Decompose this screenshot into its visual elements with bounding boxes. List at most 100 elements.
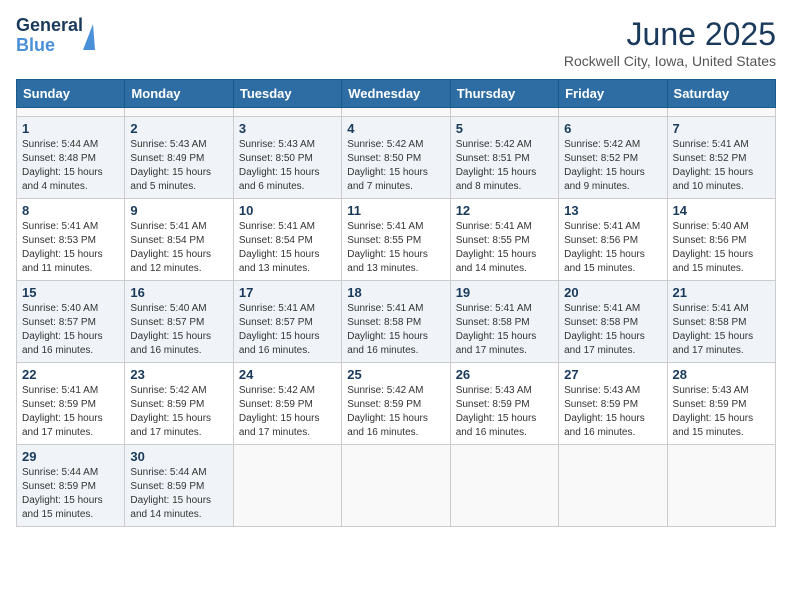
calendar-week-row: 8Sunrise: 5:41 AMSunset: 8:53 PMDaylight… <box>17 199 776 281</box>
day-number: 28 <box>673 367 770 382</box>
calendar-day-cell: 15 Sunrise: 5:40 AMSunset: 8:57 PMDayligh… <box>17 281 125 363</box>
day-number: 10 <box>239 203 336 218</box>
calendar-day-cell: 13 Sunrise: 5:41 AMSunset: 8:56 PMDayligh… <box>559 199 667 281</box>
calendar-week-row: 1 Sunrise: 5:44 AMSunset: 8:48 PMDaylight… <box>17 117 776 199</box>
calendar-week-row <box>17 108 776 117</box>
day-info: Sunrise: 5:40 AMSunset: 8:57 PMDaylight:… <box>130 302 227 358</box>
day-number: 3 <box>239 121 336 136</box>
day-info: Sunrise: 5:41 AMSunset: 8:58 PMDaylight:… <box>347 302 444 358</box>
day-number: 8 <box>22 203 119 218</box>
calendar-day-cell: 17 Sunrise: 5:41 AMSunset: 8:57 PMDayligh… <box>233 281 341 363</box>
day-info: Sunrise: 5:41 AMSunset: 8:58 PMDaylight:… <box>673 302 770 358</box>
calendar-day-cell <box>667 108 775 117</box>
calendar-day-cell: 2Sunrise: 5:43 AMSunset: 8:49 PMDaylight… <box>125 117 233 199</box>
calendar-day-cell: 5Sunrise: 5:42 AMSunset: 8:51 PMDaylight… <box>450 117 558 199</box>
calendar-day-cell: 24Sunrise: 5:42 AMSunset: 8:59 PMDayligh… <box>233 363 341 445</box>
calendar-day-cell: 16 Sunrise: 5:40 AMSunset: 8:57 PMDayligh… <box>125 281 233 363</box>
day-number: 18 <box>347 285 444 300</box>
day-info: Sunrise: 5:43 AMSunset: 8:59 PMDaylight:… <box>456 384 553 440</box>
calendar-day-cell: 19 Sunrise: 5:41 AMSunset: 8:58 PMDayligh… <box>450 281 558 363</box>
calendar-title: June 2025 <box>564 16 776 53</box>
calendar-day-cell: 1 Sunrise: 5:44 AMSunset: 8:48 PMDaylight… <box>17 117 125 199</box>
day-info: Sunrise: 5:42 AMSunset: 8:59 PMDaylight:… <box>239 384 336 440</box>
title-block: June 2025 Rockwell City, Iowa, United St… <box>564 16 776 69</box>
calendar-table: SundayMondayTuesdayWednesdayThursdayFrid… <box>16 79 776 527</box>
day-info: Sunrise: 5:40 AMSunset: 8:57 PMDaylight:… <box>22 302 119 358</box>
calendar-day-cell <box>342 108 450 117</box>
calendar-day-cell: 30 Sunrise: 5:44 AMSunset: 8:59 PMDayligh… <box>125 445 233 527</box>
day-info: Sunrise: 5:41 AMSunset: 8:59 PMDaylight:… <box>22 384 119 440</box>
day-number: 26 <box>456 367 553 382</box>
calendar-day-cell: 25 Sunrise: 5:42 AMSunset: 8:59 PMDayligh… <box>342 363 450 445</box>
day-number: 12 <box>456 203 553 218</box>
day-info: Sunrise: 5:41 AMSunset: 8:55 PMDaylight:… <box>456 220 553 276</box>
logo-general: General <box>16 16 83 36</box>
day-number: 16 <box>130 285 227 300</box>
day-of-week-header: Friday <box>559 80 667 108</box>
day-of-week-header: Wednesday <box>342 80 450 108</box>
calendar-week-row: 22Sunrise: 5:41 AMSunset: 8:59 PMDayligh… <box>17 363 776 445</box>
calendar-day-cell <box>450 108 558 117</box>
day-info: Sunrise: 5:41 AMSunset: 8:54 PMDaylight:… <box>130 220 227 276</box>
calendar-day-cell <box>559 445 667 527</box>
calendar-day-cell: 10 Sunrise: 5:41 AMSunset: 8:54 PMDayligh… <box>233 199 341 281</box>
day-info: Sunrise: 5:40 AMSunset: 8:56 PMDaylight:… <box>673 220 770 276</box>
day-number: 6 <box>564 121 661 136</box>
calendar-day-cell: 21 Sunrise: 5:41 AMSunset: 8:58 PMDayligh… <box>667 281 775 363</box>
calendar-day-cell: 6 Sunrise: 5:42 AMSunset: 8:52 PMDaylight… <box>559 117 667 199</box>
calendar-day-cell: 20 Sunrise: 5:41 AMSunset: 8:58 PMDayligh… <box>559 281 667 363</box>
day-info: Sunrise: 5:41 AMSunset: 8:57 PMDaylight:… <box>239 302 336 358</box>
calendar-day-cell: 29 Sunrise: 5:44 AMSunset: 8:59 PMDayligh… <box>17 445 125 527</box>
day-info: Sunrise: 5:42 AMSunset: 8:59 PMDaylight:… <box>347 384 444 440</box>
calendar-day-cell <box>233 108 341 117</box>
day-info: Sunrise: 5:43 AMSunset: 8:59 PMDaylight:… <box>564 384 661 440</box>
calendar-day-cell <box>559 108 667 117</box>
day-of-week-header: Monday <box>125 80 233 108</box>
calendar-day-cell <box>233 445 341 527</box>
day-number: 2 <box>130 121 227 136</box>
logo-blue: Blue <box>16 36 83 56</box>
day-info: Sunrise: 5:41 AMSunset: 8:58 PMDaylight:… <box>456 302 553 358</box>
calendar-day-cell: 18 Sunrise: 5:41 AMSunset: 8:58 PMDayligh… <box>342 281 450 363</box>
day-info: Sunrise: 5:43 AMSunset: 8:50 PMDaylight:… <box>239 138 336 194</box>
day-number: 1 <box>22 121 119 136</box>
calendar-day-cell: 8Sunrise: 5:41 AMSunset: 8:53 PMDaylight… <box>17 199 125 281</box>
day-number: 21 <box>673 285 770 300</box>
day-number: 15 <box>22 285 119 300</box>
day-info: Sunrise: 5:44 AMSunset: 8:48 PMDaylight:… <box>22 138 119 194</box>
calendar-day-cell: 22Sunrise: 5:41 AMSunset: 8:59 PMDayligh… <box>17 363 125 445</box>
day-number: 20 <box>564 285 661 300</box>
day-info: Sunrise: 5:41 AMSunset: 8:58 PMDaylight:… <box>564 302 661 358</box>
page-header: General Blue June 2025 Rockwell City, Io… <box>16 16 776 69</box>
calendar-day-cell: 12 Sunrise: 5:41 AMSunset: 8:55 PMDayligh… <box>450 199 558 281</box>
day-info: Sunrise: 5:41 AMSunset: 8:56 PMDaylight:… <box>564 220 661 276</box>
day-info: Sunrise: 5:41 AMSunset: 8:55 PMDaylight:… <box>347 220 444 276</box>
day-info: Sunrise: 5:42 AMSunset: 8:51 PMDaylight:… <box>456 138 553 194</box>
day-number: 17 <box>239 285 336 300</box>
day-info: Sunrise: 5:41 AMSunset: 8:52 PMDaylight:… <box>673 138 770 194</box>
calendar-day-cell: 28 Sunrise: 5:43 AMSunset: 8:59 PMDayligh… <box>667 363 775 445</box>
day-number: 30 <box>130 449 227 464</box>
logo-triangle-icon <box>83 24 95 50</box>
day-info: Sunrise: 5:44 AMSunset: 8:59 PMDaylight:… <box>22 466 119 522</box>
day-number: 4 <box>347 121 444 136</box>
day-info: Sunrise: 5:41 AMSunset: 8:54 PMDaylight:… <box>239 220 336 276</box>
calendar-day-cell <box>125 108 233 117</box>
day-number: 27 <box>564 367 661 382</box>
day-number: 23 <box>130 367 227 382</box>
day-info: Sunrise: 5:43 AMSunset: 8:59 PMDaylight:… <box>673 384 770 440</box>
day-info: Sunrise: 5:44 AMSunset: 8:59 PMDaylight:… <box>130 466 227 522</box>
day-number: 19 <box>456 285 553 300</box>
day-number: 25 <box>347 367 444 382</box>
calendar-day-cell <box>667 445 775 527</box>
calendar-week-row: 29 Sunrise: 5:44 AMSunset: 8:59 PMDayligh… <box>17 445 776 527</box>
calendar-day-cell: 23Sunrise: 5:42 AMSunset: 8:59 PMDayligh… <box>125 363 233 445</box>
logo: General Blue <box>16 16 95 56</box>
day-number: 29 <box>22 449 119 464</box>
day-of-week-header: Thursday <box>450 80 558 108</box>
calendar-day-cell: 7Sunrise: 5:41 AMSunset: 8:52 PMDaylight… <box>667 117 775 199</box>
day-number: 13 <box>564 203 661 218</box>
calendar-day-cell <box>342 445 450 527</box>
day-info: Sunrise: 5:42 AMSunset: 8:52 PMDaylight:… <box>564 138 661 194</box>
logo-text: General Blue <box>16 16 83 56</box>
